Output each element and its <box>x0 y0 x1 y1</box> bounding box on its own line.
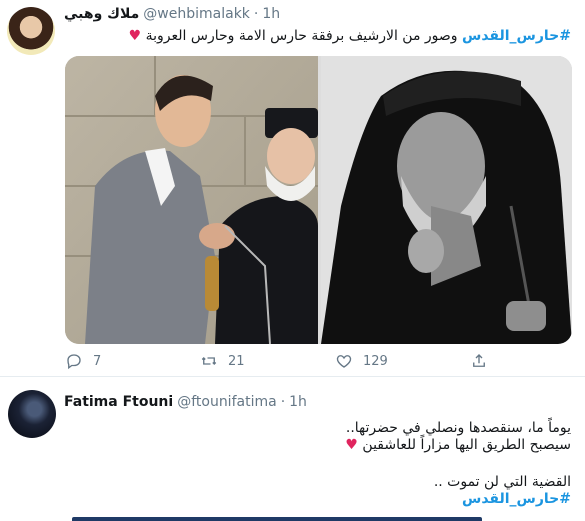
photo-right[interactable] <box>321 56 572 344</box>
avatar[interactable] <box>8 390 56 438</box>
timestamp[interactable]: 1h <box>289 394 307 410</box>
tweet-text: #حارس_القدس وصور من الارشيف برفقة حارس ا… <box>129 28 571 44</box>
heart-emoji: ♥ <box>128 28 142 44</box>
heart-icon <box>336 355 352 368</box>
hashtag-link[interactable]: #حارس_القدس <box>462 28 571 44</box>
photo-left[interactable] <box>65 56 318 344</box>
share-action[interactable] <box>470 352 498 370</box>
media-grid[interactable] <box>65 56 572 344</box>
tweet-body: وصور من الارشيف برفقة حارس الامة وحارس ا… <box>145 28 458 44</box>
display-name[interactable]: ملاك وهبي <box>64 6 139 22</box>
tweet-text-line-3: القضية التي لن تموت .. <box>433 474 571 490</box>
tweet-header: ملاك وهبي @wehbimalakk · 1h <box>64 6 280 22</box>
tweet-text-line-2: سيصبح الطريق اليها مزاراً للعاشقين ♥ <box>345 437 571 453</box>
tweet[interactable]: ملاك وهبي @wehbimalakk · 1h #حارس_القدس … <box>0 0 585 377</box>
retweet-action[interactable]: 21 <box>200 352 245 370</box>
user-handle[interactable]: @ftounifatima <box>177 394 276 410</box>
reply-count: 7 <box>93 353 102 369</box>
separator: · <box>253 6 259 22</box>
tweet-actions: 7 21 129 <box>65 352 525 374</box>
reply-action[interactable]: 7 <box>65 352 101 370</box>
heart-emoji: ♥ <box>345 437 358 453</box>
tweet-text-line-1: يوماً ما، سنقصدها ونصلي في حضرتها.. <box>345 420 571 436</box>
reply-icon <box>67 354 81 370</box>
user-handle[interactable]: @wehbimalakk <box>143 6 250 22</box>
like-action[interactable]: 129 <box>335 352 388 370</box>
timestamp[interactable]: 1h <box>262 6 280 22</box>
retweet-icon <box>201 357 217 365</box>
retweet-count: 21 <box>228 353 245 369</box>
tweet-text-line-4: #حارس_القدس <box>462 491 571 507</box>
hashtag-link[interactable]: #حارس_القدس <box>462 491 571 507</box>
tweet-header: Fatima Ftouni @ftounifatima · 1h <box>64 394 307 410</box>
avatar[interactable] <box>7 7 55 55</box>
separator: · <box>280 394 286 410</box>
embedded-media-edge <box>72 517 482 521</box>
like-count: 129 <box>363 353 388 369</box>
share-icon <box>473 354 485 367</box>
tweet-text-line-2-body: سيصبح الطريق اليها مزاراً للعاشقين <box>362 437 571 453</box>
display-name[interactable]: Fatima Ftouni <box>64 394 173 410</box>
